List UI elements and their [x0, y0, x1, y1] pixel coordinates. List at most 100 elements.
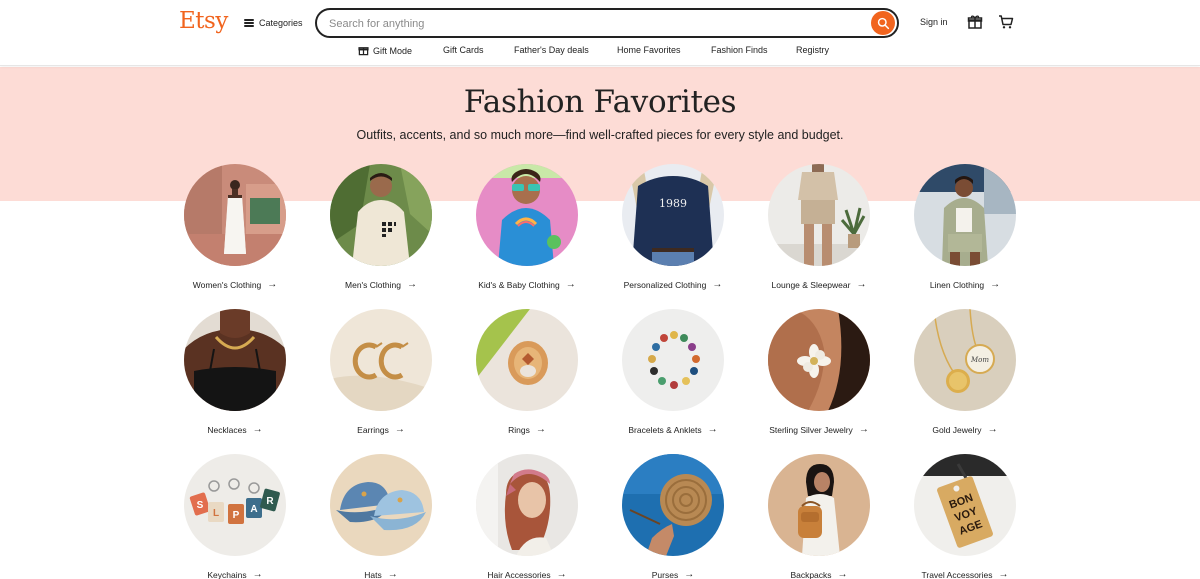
- category-image: [622, 309, 724, 411]
- category-personalized-clothing[interactable]: 1989 Personalized Clothing →: [600, 164, 746, 290]
- category-travel-accessories[interactable]: BON VOY AGE Travel Accessories →: [892, 454, 1038, 579]
- keychain-letter: A: [250, 504, 257, 515]
- categories-label: Categories: [259, 18, 303, 28]
- pendant-text: Mom: [970, 356, 989, 364]
- subnav-home-favorites[interactable]: Home Favorites: [617, 45, 681, 55]
- category-label: Necklaces: [207, 424, 247, 435]
- category-earrings[interactable]: Earrings →: [308, 309, 454, 435]
- subnav-label: Gift Mode: [373, 45, 413, 56]
- subnav-gift-cards[interactable]: Gift Cards: [443, 45, 484, 55]
- search-bar: [315, 8, 899, 38]
- subnav-fashion-finds[interactable]: Fashion Finds: [711, 45, 768, 55]
- arrow-right-icon: →: [267, 279, 278, 290]
- category-label: Personalized Clothing: [623, 279, 707, 290]
- cart-icon[interactable]: [998, 14, 1014, 30]
- category-label: Hats: [364, 569, 382, 579]
- search-icon: [877, 17, 889, 29]
- gift-icon: [358, 47, 369, 56]
- arrow-right-icon: →: [707, 424, 718, 435]
- subnav-label: Father's Day deals: [514, 45, 589, 55]
- category-gold-jewelry[interactable]: Mom Gold Jewelry →: [892, 309, 1038, 435]
- category-label: Keychains: [207, 569, 247, 579]
- arrow-right-icon: →: [987, 424, 998, 435]
- keychain-letter: S: [197, 500, 204, 511]
- category-sterling-silver-jewelry[interactable]: Sterling Silver Jewelry →: [746, 309, 892, 435]
- subnav-registry[interactable]: Registry: [796, 45, 829, 55]
- page-title: Fashion Favorites: [463, 84, 737, 120]
- hamburger-icon: [244, 19, 254, 27]
- category-womens-clothing[interactable]: Women's Clothing →: [162, 164, 308, 290]
- category-image: [768, 454, 870, 556]
- search-button[interactable]: [871, 11, 895, 35]
- arrow-right-icon: →: [252, 569, 263, 579]
- category-image: [330, 309, 432, 411]
- category-label: Men's Clothing: [345, 279, 401, 290]
- category-hair-accessories[interactable]: Hair Accessories →: [454, 454, 600, 579]
- arrow-right-icon: →: [712, 279, 723, 290]
- category-label: Travel Accessories: [921, 569, 993, 579]
- sign-in-link[interactable]: Sign in: [920, 17, 948, 27]
- category-image: [184, 164, 286, 266]
- category-rings[interactable]: Rings →: [454, 309, 600, 435]
- category-image: [914, 164, 1016, 266]
- arrow-right-icon: →: [998, 569, 1009, 579]
- search-input[interactable]: [329, 15, 869, 33]
- category-kids-baby-clothing[interactable]: Kid's & Baby Clothing →: [454, 164, 600, 290]
- category-label: Rings: [508, 424, 530, 435]
- category-purses[interactable]: Purses →: [600, 454, 746, 579]
- category-image: [184, 309, 286, 411]
- category-label: Purses: [651, 569, 679, 579]
- keychain-letter: R: [266, 496, 274, 507]
- arrow-right-icon: →: [406, 279, 417, 290]
- category-label: Gold Jewelry: [932, 424, 982, 435]
- category-label: Earrings: [357, 424, 389, 435]
- keychain-letter: L: [213, 508, 219, 519]
- arrow-right-icon: →: [990, 279, 1001, 290]
- category-image: [768, 164, 870, 266]
- category-image: [768, 309, 870, 411]
- subnav-label: Registry: [796, 45, 830, 55]
- category-image: [476, 164, 578, 266]
- category-label: Sterling Silver Jewelry: [769, 424, 853, 435]
- arrow-right-icon: →: [837, 569, 848, 579]
- category-necklaces[interactable]: Necklaces →: [162, 309, 308, 435]
- arrow-right-icon: →: [252, 424, 263, 435]
- categories-button[interactable]: Categories: [244, 15, 303, 31]
- site-header: Etsy Categories Sign in: [0, 0, 1200, 66]
- arrow-right-icon: →: [565, 279, 576, 290]
- category-image: [476, 309, 578, 411]
- category-label: Hair Accessories: [487, 569, 551, 579]
- subnav-label: Fashion Finds: [711, 45, 768, 55]
- category-bracelets-anklets[interactable]: Bracelets & Anklets →: [600, 309, 746, 435]
- category-backpacks[interactable]: Backpacks →: [746, 454, 892, 579]
- gift-icon[interactable]: [967, 14, 983, 30]
- category-keychains[interactable]: S L P A R Keychains →: [162, 454, 308, 579]
- sub-navigation: Gift Mode Gift Cards Father's Day deals …: [0, 45, 1200, 59]
- arrow-right-icon: →: [856, 279, 867, 290]
- arrow-right-icon: →: [858, 424, 869, 435]
- subnav-label: Gift Cards: [443, 45, 484, 55]
- category-label: Kid's & Baby Clothing: [478, 279, 560, 290]
- subnav-gift-mode[interactable]: Gift Mode: [358, 45, 412, 56]
- shirt-print-text: 1989: [659, 197, 687, 210]
- subnav-fathers-day-deals[interactable]: Father's Day deals: [514, 45, 589, 55]
- category-label: Backpacks: [790, 569, 832, 579]
- category-hats[interactable]: Hats →: [308, 454, 454, 579]
- category-image: [330, 164, 432, 266]
- category-label: Linen Clothing: [929, 279, 985, 290]
- category-linen-clothing[interactable]: Linen Clothing →: [892, 164, 1038, 290]
- arrow-right-icon: →: [556, 569, 567, 579]
- category-lounge-sleepwear[interactable]: Lounge & Sleepwear →: [746, 164, 892, 290]
- category-image: [330, 454, 432, 556]
- category-label: Lounge & Sleepwear: [771, 279, 851, 290]
- category-mens-clothing[interactable]: Men's Clothing →: [308, 164, 454, 290]
- arrow-right-icon: →: [684, 569, 695, 579]
- arrow-right-icon: →: [394, 424, 405, 435]
- category-image: Mom: [914, 309, 1016, 411]
- etsy-logo[interactable]: Etsy: [179, 8, 228, 34]
- category-image: S L P A R: [184, 454, 286, 556]
- arrow-right-icon: →: [387, 569, 398, 579]
- arrow-right-icon: →: [535, 424, 546, 435]
- keychain-letter: P: [233, 510, 240, 521]
- page-subtitle: Outfits, accents, and so much more—find …: [356, 128, 844, 142]
